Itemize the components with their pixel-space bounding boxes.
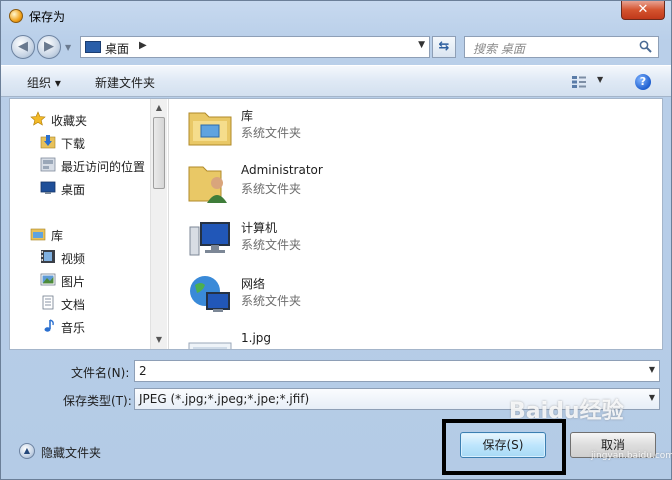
sidebar-item-recent-places[interactable]: 最近访问的位置 bbox=[10, 155, 150, 175]
address-dropdown-icon[interactable]: ▼ bbox=[418, 40, 425, 50]
command-toolbar: 组织 ▾ 新建文件夹 ▼ ? bbox=[1, 65, 671, 97]
close-button[interactable]: ✕ bbox=[621, 1, 665, 20]
filetype-value: JPEG (*.jpg;*.jpeg;*.jpe;*.jfif) bbox=[139, 392, 310, 406]
list-item[interactable]: Administrator 系统文件夹 bbox=[187, 159, 487, 209]
sidebar-item-pictures[interactable]: 图片 bbox=[10, 270, 150, 290]
desktop-icon bbox=[85, 41, 101, 53]
filetype-label: 保存类型(T): bbox=[63, 394, 132, 408]
sidebar-item-label: 收藏夹 bbox=[51, 114, 88, 128]
sidebar-item-label: 音乐 bbox=[61, 321, 86, 335]
recent-places-icon bbox=[40, 157, 56, 172]
sidebar-item-label: 视频 bbox=[61, 252, 86, 266]
library-icon bbox=[30, 228, 46, 241]
sidebar-item-label: 图片 bbox=[61, 275, 86, 289]
sidebar-item-label: 桌面 bbox=[61, 183, 86, 197]
hide-folders-label: 隐藏文件夹 bbox=[41, 446, 102, 460]
search-input[interactable]: 搜索 桌面 bbox=[464, 36, 659, 58]
chevron-down-icon[interactable]: ▼ bbox=[649, 365, 655, 374]
file-type: 系统文件夹 bbox=[241, 294, 302, 308]
list-item[interactable]: 库 系统文件夹 bbox=[187, 103, 487, 153]
music-icon bbox=[44, 319, 54, 332]
file-list: 库 系统文件夹 Administrator 系统文件夹 计算机 系统文件夹 网络… bbox=[168, 99, 662, 349]
scrollbar-thumb[interactable] bbox=[153, 117, 165, 189]
address-text: 桌面 bbox=[105, 42, 130, 56]
highlight-frame bbox=[442, 419, 566, 475]
image-file-icon bbox=[188, 342, 232, 349]
file-type: 系统文件夹 bbox=[241, 126, 302, 140]
file-name: 库 bbox=[241, 109, 254, 123]
back-button[interactable]: ◀ bbox=[11, 35, 35, 59]
recent-pages-dropdown-icon[interactable]: ▼ bbox=[65, 43, 75, 53]
refresh-button[interactable]: ⇆ bbox=[432, 36, 456, 58]
file-name: 网络 bbox=[241, 277, 266, 291]
sidebar-item-documents[interactable]: 文档 bbox=[10, 293, 150, 313]
navigation-pane: 收藏夹 下载 最近访问的位置 桌面 库 视频 图片 文档 音乐 ▲ ▼ bbox=[10, 99, 168, 349]
computer-icon bbox=[189, 222, 230, 256]
sidebar-item-label: 库 bbox=[51, 229, 64, 243]
title-bar: 保存为 ✕ bbox=[1, 1, 671, 31]
filename-value: 2 bbox=[139, 364, 147, 378]
file-name: 计算机 bbox=[241, 221, 278, 235]
sidebar-item-label: 文档 bbox=[61, 298, 86, 312]
view-dropdown-icon[interactable]: ▼ bbox=[597, 75, 603, 84]
chevron-down-icon[interactable]: ▼ bbox=[649, 393, 655, 402]
sidebar-item-downloads[interactable]: 下载 bbox=[10, 132, 150, 152]
list-item[interactable]: 网络 系统文件夹 bbox=[187, 271, 487, 321]
watermark: Baidu经验 bbox=[509, 399, 624, 424]
documents-library-icon bbox=[42, 295, 54, 310]
download-folder-icon bbox=[40, 135, 56, 149]
sidebar-item-videos[interactable]: 视频 bbox=[10, 247, 150, 267]
file-type: 系统文件夹 bbox=[241, 182, 302, 196]
network-icon bbox=[190, 276, 230, 312]
save-as-dialog: 保存为 ✕ ◀ ▶ ▼ 桌面 ▶ ▼ ⇆ 搜索 桌面 组织 ▾ 新建文件夹 ▼ … bbox=[0, 0, 672, 480]
collapse-icon: ▲ bbox=[19, 443, 35, 459]
sidebar-item-favorites[interactable]: 收藏夹 bbox=[10, 109, 150, 129]
browser-area: 收藏夹 下载 最近访问的位置 桌面 库 视频 图片 文档 音乐 ▲ ▼ 库 系统… bbox=[9, 98, 663, 350]
window-title: 保存为 bbox=[29, 10, 66, 24]
breadcrumb-chevron-icon[interactable]: ▶ bbox=[139, 40, 147, 51]
sidebar-item-libraries[interactable]: 库 bbox=[10, 224, 150, 244]
sidebar-item-music[interactable]: 音乐 bbox=[10, 316, 150, 336]
watermark-url: jingyan.baidu.com bbox=[591, 451, 672, 461]
search-icon bbox=[639, 40, 652, 53]
hide-folders-toggle[interactable]: ▲ 隐藏文件夹 bbox=[19, 442, 119, 460]
list-item[interactable]: 1.jpg bbox=[187, 327, 487, 349]
pictures-library-icon bbox=[40, 273, 56, 286]
library-folder-icon bbox=[188, 112, 232, 146]
help-icon[interactable]: ? bbox=[635, 74, 651, 90]
organize-button[interactable]: 组织 ▾ bbox=[27, 74, 61, 91]
scroll-up-icon[interactable]: ▲ bbox=[152, 101, 166, 115]
filename-label: 文件名(N): bbox=[71, 366, 130, 380]
navigation-bar: ◀ ▶ ▼ 桌面 ▶ ▼ ⇆ 搜索 桌面 bbox=[1, 31, 671, 63]
address-bar[interactable]: 桌面 ▶ ▼ bbox=[80, 36, 430, 58]
sidebar-item-label: 下载 bbox=[61, 137, 86, 151]
sidebar-item-desktop[interactable]: 桌面 bbox=[10, 178, 150, 198]
list-item[interactable]: 计算机 系统文件夹 bbox=[187, 215, 487, 265]
forward-button[interactable]: ▶ bbox=[37, 35, 61, 59]
star-icon bbox=[30, 111, 46, 126]
view-options-icon[interactable] bbox=[571, 75, 587, 89]
file-name: Administrator bbox=[241, 163, 323, 177]
scroll-down-icon[interactable]: ▼ bbox=[152, 333, 166, 347]
new-folder-button[interactable]: 新建文件夹 bbox=[95, 74, 155, 91]
file-type: 系统文件夹 bbox=[241, 238, 302, 252]
app-icon bbox=[9, 9, 23, 23]
file-name: 1.jpg bbox=[241, 331, 272, 345]
desktop-icon bbox=[40, 181, 56, 194]
sidebar-item-label: 最近访问的位置 bbox=[61, 160, 146, 174]
filename-field[interactable]: 2 ▼ bbox=[134, 360, 660, 382]
user-folder-icon bbox=[188, 166, 227, 203]
search-placeholder: 搜索 桌面 bbox=[473, 42, 525, 56]
navigation-scrollbar[interactable]: ▲ ▼ bbox=[150, 99, 167, 349]
video-library-icon bbox=[41, 250, 55, 263]
